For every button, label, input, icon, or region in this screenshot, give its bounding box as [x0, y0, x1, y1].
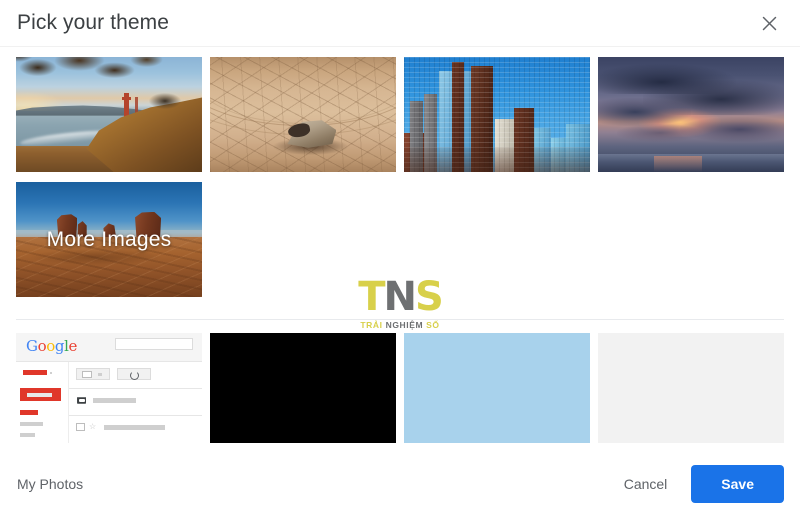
cancel-button[interactable]: Cancel — [610, 468, 682, 500]
save-button[interactable]: Save — [691, 465, 784, 503]
theme-tile-monument-valley-desert[interactable]: More Images — [16, 182, 202, 297]
theme-tile-golden-gate-sunset[interactable] — [16, 57, 202, 172]
solid-black-swatch — [210, 333, 396, 443]
logo-o2: o — [46, 337, 55, 356]
dialog-header: Pick your theme — [0, 0, 800, 47]
tab-label-decor — [93, 398, 136, 404]
watermark-sub-trai: TRẢI — [360, 320, 386, 330]
label-row-decor-1 — [20, 421, 44, 426]
photo-theme-row-2: More Images — [16, 182, 784, 297]
page-title: Pick your theme — [17, 11, 170, 34]
logo-g2: g — [54, 337, 65, 356]
cloud-decor-3 — [598, 98, 691, 126]
butte-decor-1 — [56, 214, 78, 240]
watermark-subtitle: TRẢI NGHIỆM SỐ — [352, 320, 448, 330]
label-row-decor-2 — [20, 433, 35, 438]
theme-tile-solid-black[interactable] — [210, 333, 396, 443]
chip-caret-decor — [98, 373, 103, 376]
theme-picker-body: More Images TNS TRẢI NGHIỆM SỐ Google ☆ — [0, 47, 800, 447]
watermark-sub-so: SỐ — [426, 320, 440, 330]
solid-light-gray-swatch — [598, 333, 784, 443]
cloud-decor-5 — [616, 123, 703, 143]
bridge-tower-decor — [121, 92, 131, 118]
list-divider-decor — [69, 387, 202, 389]
compose-bar-decor-1 — [23, 369, 48, 376]
empty-cell-3 — [598, 182, 784, 297]
gmail-light-preview: Google ☆ — [16, 333, 202, 443]
photo-stormy-sunset-clouds-ocean — [598, 57, 784, 172]
list-divider-decor-2 — [69, 415, 202, 417]
gmail-preview-search-box — [114, 337, 193, 351]
section-divider — [16, 319, 784, 320]
select-all-checkbox-icon — [82, 371, 92, 378]
photo-monument-valley-desert — [16, 182, 202, 297]
inbox-icon — [77, 397, 87, 404]
bridge-tower-decor-2 — [135, 97, 139, 114]
theme-tile-solid-light-gray[interactable] — [598, 333, 784, 443]
empty-cell-2 — [404, 182, 590, 297]
logo-g1: G — [26, 337, 38, 356]
row-subject-decor — [103, 425, 165, 430]
compose-label-decor — [27, 392, 53, 398]
star-icon: ☆ — [89, 421, 97, 431]
theme-tile-gmail-default-light[interactable]: Google ☆ — [16, 333, 202, 443]
desert-texture-decor — [16, 237, 202, 297]
foliage-decor — [16, 57, 169, 94]
photo-theme-row-1 — [16, 57, 784, 172]
solid-light-blue-swatch — [404, 333, 590, 443]
street-shadow-decor — [404, 146, 590, 172]
caret-decor — [50, 371, 53, 375]
desert-ridge-decor — [30, 248, 162, 265]
my-photos-button[interactable]: My Photos — [16, 476, 83, 492]
theme-tile-cracked-desert-playa-rock[interactable] — [210, 57, 396, 172]
google-logo: Google — [26, 339, 77, 354]
pick-theme-dialog: Pick your theme More Images TNS TRẢI NGH… — [0, 0, 800, 521]
gmail-preview-topbar: Google — [16, 333, 202, 362]
trail-arc-decor-3 — [210, 57, 396, 124]
theme-tile-stormy-sunset-clouds-ocean[interactable] — [598, 57, 784, 172]
sun-reflection-decor — [653, 155, 703, 172]
butte-decor-3 — [135, 211, 162, 240]
logo-o1: o — [37, 337, 47, 356]
row-checkbox-icon — [75, 423, 86, 431]
close-button[interactable] — [755, 9, 783, 37]
gmail-preview-sidebar — [16, 361, 69, 443]
photo-city-skyline-blue-glass — [404, 57, 590, 172]
photo-golden-gate-sunset — [16, 57, 202, 172]
color-theme-row: Google ☆ — [16, 333, 784, 443]
watermark-sub-nghiem: NGHIỆM — [385, 320, 427, 330]
theme-tile-city-skyline-blue-glass[interactable] — [404, 57, 590, 172]
photo-cracked-desert-playa-rock — [210, 57, 396, 172]
toolbar-chip-decor-1 — [75, 368, 111, 381]
inbox-row-decor — [20, 410, 38, 416]
hill-decor — [16, 105, 150, 116]
close-icon — [762, 16, 777, 31]
empty-cell-1 — [210, 182, 396, 297]
gmail-preview-list: ☆ — [68, 361, 202, 443]
theme-tile-solid-light-blue[interactable] — [404, 333, 590, 443]
logo-e: e — [68, 337, 77, 356]
dialog-footer: My Photos Cancel Save — [0, 447, 800, 521]
